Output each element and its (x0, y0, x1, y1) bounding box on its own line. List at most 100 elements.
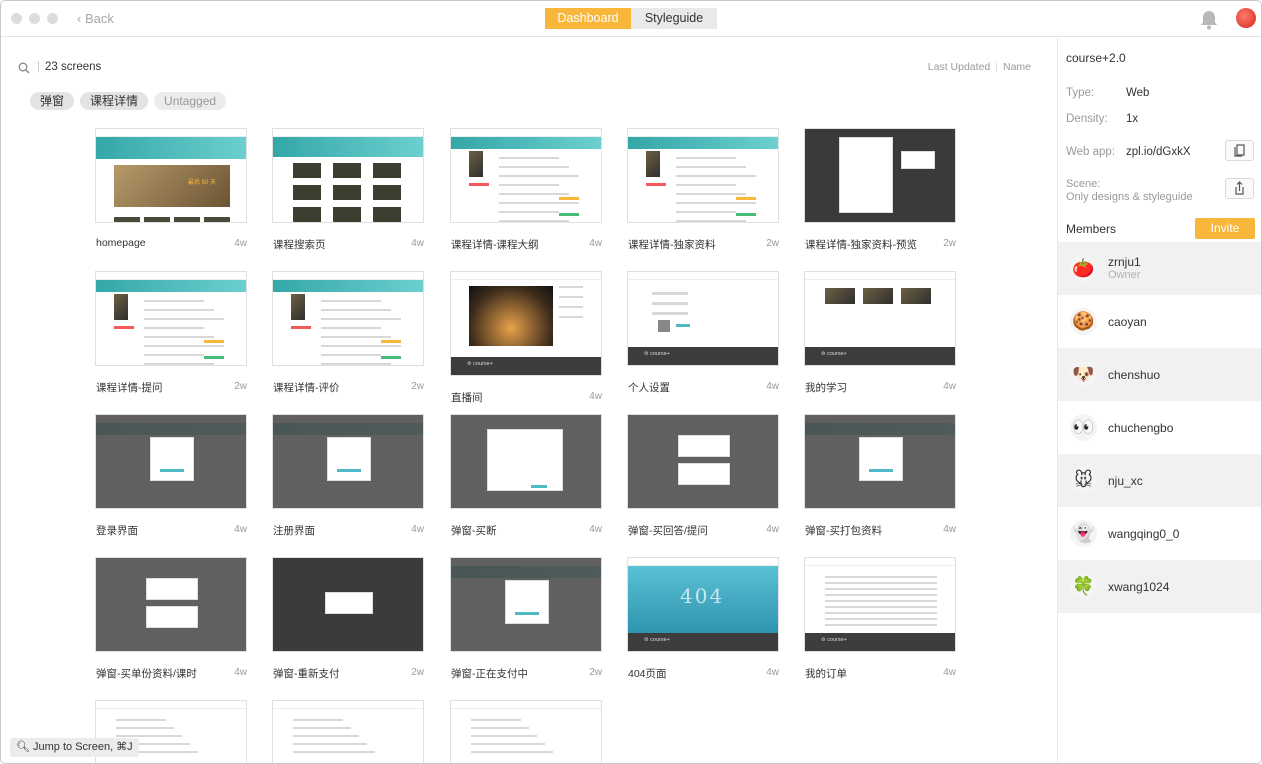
screen-thumbnail[interactable] (450, 414, 602, 509)
thumb-text-line (144, 345, 224, 347)
webapp-link[interactable]: zpl.io/dGxkX (1126, 146, 1191, 158)
member-row[interactable]: 👻 wangqing0_0 (1058, 507, 1261, 560)
thumb-text-line (499, 175, 579, 177)
member-row[interactable]: 🍪 caoyan (1058, 295, 1261, 348)
member-row[interactable]: 🍀 xwang1024 (1058, 560, 1261, 613)
sort-last-updated[interactable]: Last Updated (928, 61, 990, 73)
thumb-cover (291, 294, 305, 320)
thumb-action (381, 340, 401, 343)
thumb-header (96, 701, 246, 709)
screen-thumbnail[interactable] (272, 700, 424, 763)
screen-thumbnail[interactable] (450, 557, 602, 652)
thumb-text-line (499, 157, 559, 159)
screen-thumbnail[interactable] (272, 128, 424, 223)
members-title: Members (1066, 222, 1117, 236)
thumb-overlay (628, 415, 778, 508)
thumb-document-preview (839, 137, 893, 213)
jump-to-screen-button[interactable]: 🔍︎ Jump to Screen, ⌘J (10, 738, 139, 757)
density-value: 1x (1126, 113, 1139, 125)
screen-thumbnail[interactable] (95, 557, 247, 652)
share-button[interactable] (1225, 178, 1254, 199)
thumb-header (273, 701, 423, 709)
tab-styleguide[interactable]: Styleguide (631, 8, 717, 29)
tag-untagged[interactable]: Untagged (154, 92, 227, 110)
zoom-window-button[interactable] (47, 13, 58, 24)
scene-value: Only designs & styleguide (1066, 191, 1193, 203)
screen-thumbnail[interactable] (272, 414, 424, 509)
search-icon[interactable] (18, 62, 30, 74)
thumb-text-line (293, 719, 343, 721)
member-row[interactable]: 👀 chuchengbo (1058, 401, 1261, 454)
screen-thumbnail[interactable] (450, 128, 602, 223)
thumb-text-line (293, 743, 367, 745)
thumb-banner (96, 280, 246, 292)
screen-age: 4w (234, 238, 247, 249)
screen-age: 2w (589, 667, 602, 678)
screen-thumbnail[interactable] (95, 271, 247, 366)
close-window-button[interactable] (11, 13, 22, 24)
sort-name[interactable]: Name (1003, 61, 1031, 73)
thumb-course-card (204, 217, 230, 222)
jump-label: Jump to Screen, ⌘J (33, 741, 133, 753)
thumb-course-card (373, 207, 401, 222)
thumb-header (628, 272, 778, 280)
member-row[interactable]: 🐭 nju_xc (1058, 454, 1261, 507)
tag-popup[interactable]: 弹窗 (30, 92, 75, 110)
thumb-text-line (293, 735, 359, 737)
search-icon: 🔍︎ (16, 741, 30, 753)
member-avatar: 🐶 (1070, 361, 1097, 388)
thumb-text-line (144, 327, 204, 329)
screen-thumbnail[interactable] (627, 414, 779, 509)
thumb-order-row (825, 594, 937, 596)
thumb-order-row (825, 588, 937, 590)
thumb-text-line (559, 286, 583, 288)
screen-thumbnail[interactable]: 404 (627, 557, 779, 652)
screen-thumbnail[interactable] (272, 557, 424, 652)
thumb-action (381, 356, 401, 359)
screen-thumbnail[interactable] (95, 414, 247, 509)
thumb-action (736, 197, 756, 200)
invite-button[interactable]: Invite (1195, 218, 1255, 239)
tab-dashboard[interactable]: Dashboard (545, 8, 631, 29)
screen-thumbnail[interactable]: 最后 50 天 (95, 128, 247, 223)
tag-course-detail[interactable]: 课程详情 (80, 92, 149, 110)
screen-thumbnail[interactable] (627, 271, 779, 366)
thumb-buy-button (469, 183, 489, 186)
screen-thumbnail[interactable] (450, 700, 602, 763)
screen-name: 课程搜索页 (273, 239, 326, 251)
screen-name: 我的订单 (805, 668, 847, 680)
screen-name: 课程详情-课程大纲 (451, 239, 539, 251)
screen-age: 4w (766, 381, 779, 392)
thumb-dialog (150, 437, 194, 481)
member-row[interactable]: 🍅 zrnju1 Owner (1058, 242, 1261, 295)
screen-thumbnail[interactable] (804, 557, 956, 652)
thumb-text-line (499, 166, 569, 168)
user-avatar[interactable] (1236, 8, 1256, 28)
screen-age: 4w (943, 667, 956, 678)
member-row[interactable]: 🐶 chenshuo (1058, 348, 1261, 401)
screen-thumbnail[interactable] (272, 271, 424, 366)
project-name: course+2.0 (1066, 51, 1126, 65)
back-button[interactable]: ‹ Back (77, 11, 114, 26)
screen-age: 2w (766, 238, 779, 249)
member-name: nju_xc (1108, 474, 1143, 488)
screen-name: 直播间 (451, 392, 483, 404)
member-name: wangqing0_0 (1108, 527, 1180, 541)
screen-thumbnail[interactable] (804, 414, 956, 509)
screen-age: 4w (234, 667, 247, 678)
thumb-avatar (658, 320, 670, 332)
screen-age: 2w (411, 381, 424, 392)
screen-thumbnail[interactable] (450, 271, 602, 376)
screen-name: 课程详情-独家资料-预览 (805, 239, 917, 251)
notifications-bell-icon[interactable] (1199, 9, 1219, 31)
thumb-text-line (321, 363, 391, 365)
thumb-dialog (678, 435, 730, 457)
minimize-window-button[interactable] (29, 13, 40, 24)
screen-thumbnail[interactable] (804, 128, 956, 223)
thumb-course-card (373, 185, 401, 200)
thumb-text-line (321, 327, 381, 329)
screen-thumbnail[interactable] (804, 271, 956, 366)
copy-link-button[interactable] (1225, 140, 1254, 161)
screen-thumbnail[interactable] (627, 128, 779, 223)
thumb-text-line (321, 336, 391, 338)
